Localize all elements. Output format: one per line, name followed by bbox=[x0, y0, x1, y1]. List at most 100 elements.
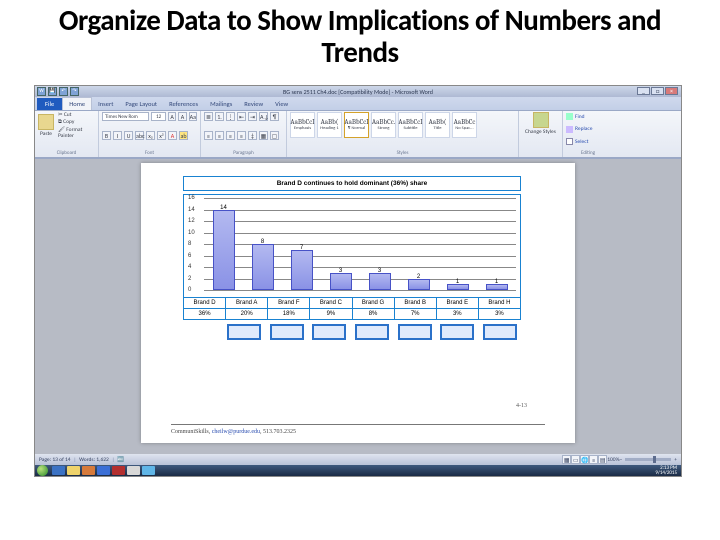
cat-cell: Brand E bbox=[436, 298, 478, 308]
tab-home[interactable]: Home bbox=[62, 97, 92, 110]
taskbar-ie-icon[interactable] bbox=[52, 466, 65, 475]
find-button[interactable]: Find bbox=[566, 113, 610, 120]
grow-font-button[interactable]: A bbox=[168, 112, 176, 121]
bold-button[interactable]: B bbox=[102, 131, 111, 140]
minimize-icon[interactable]: _ bbox=[637, 87, 650, 95]
select-button[interactable]: Select bbox=[566, 138, 610, 145]
underline-button[interactable]: U bbox=[124, 131, 133, 140]
embedded-chart: Brand D continues to hold dominant (36%)… bbox=[183, 176, 521, 340]
line-spacing-button[interactable]: ‡ bbox=[248, 131, 257, 140]
tab-view[interactable]: View bbox=[269, 98, 294, 110]
y-tick-label: 10 bbox=[188, 230, 195, 236]
status-lang: 🔤 bbox=[117, 457, 124, 463]
outdent-button[interactable]: ⇤ bbox=[237, 112, 246, 121]
group-styles: AaBbCcIEmphasisAaBb(Heading 1AaBbCcI¶ No… bbox=[287, 111, 519, 157]
y-tick-label: 2 bbox=[188, 276, 191, 282]
cat-cell: Brand G bbox=[352, 298, 394, 308]
cut-button[interactable]: ✂ Cut bbox=[58, 112, 95, 118]
style-tile-2[interactable]: AaBbCcI¶ Normal bbox=[344, 112, 369, 138]
strike-button[interactable]: abc bbox=[135, 131, 144, 140]
callout-box bbox=[270, 324, 304, 340]
align-center-button[interactable]: ≡ bbox=[215, 131, 224, 140]
taskbar-word-icon[interactable] bbox=[97, 466, 110, 475]
style-tile-5[interactable]: AaBb(Title bbox=[425, 112, 450, 138]
zoom-in-button[interactable]: + bbox=[674, 457, 677, 463]
taskbar-powerpoint-icon[interactable] bbox=[82, 466, 95, 475]
document-workspace: Brand D continues to hold dominant (36%)… bbox=[35, 159, 681, 454]
indent-button[interactable]: ⇥ bbox=[248, 112, 257, 121]
tab-references[interactable]: References bbox=[163, 98, 204, 110]
bar-brand-a: 8 bbox=[246, 239, 280, 290]
copy-button[interactable]: ⧉ Copy bbox=[58, 119, 95, 126]
style-tile-3[interactable]: AaBbCc.Strong bbox=[371, 112, 396, 138]
view-draft-button[interactable]: ▤ bbox=[598, 455, 607, 464]
sort-button[interactable]: A↓ bbox=[259, 112, 268, 121]
bullets-button[interactable]: ≣ bbox=[204, 112, 213, 121]
zoom-out-button[interactable]: − bbox=[620, 457, 623, 463]
format-painter-button[interactable]: 🖌 Format Painter bbox=[58, 127, 95, 139]
maximize-icon[interactable]: □ bbox=[651, 87, 664, 95]
zoom-percent[interactable]: 100% bbox=[607, 457, 619, 463]
taskbar-skype-icon[interactable] bbox=[142, 466, 155, 475]
callout-box bbox=[312, 324, 346, 340]
callout-box bbox=[355, 324, 389, 340]
view-full-button[interactable]: ▭ bbox=[571, 455, 580, 464]
font-color-button[interactable]: A bbox=[168, 131, 177, 140]
zoom-slider[interactable] bbox=[625, 458, 671, 461]
cat-cell: Brand D bbox=[184, 298, 225, 308]
tab-file[interactable]: File bbox=[37, 98, 62, 110]
save-icon[interactable]: 💾 bbox=[48, 87, 57, 96]
taskbar-explorer-icon[interactable] bbox=[67, 466, 80, 475]
style-tile-6[interactable]: AaBbCcNo Spac... bbox=[452, 112, 477, 138]
start-button[interactable] bbox=[37, 465, 48, 476]
contact-link[interactable]: cheilw@purdue.edu bbox=[212, 429, 260, 435]
style-tile-4[interactable]: AaBbCcISubtitle bbox=[398, 112, 423, 138]
tab-review[interactable]: Review bbox=[238, 98, 269, 110]
close-icon[interactable]: × bbox=[665, 87, 678, 95]
shading-button[interactable]: ▦ bbox=[259, 131, 268, 140]
font-size-combo[interactable]: 12 bbox=[151, 112, 166, 121]
bars-row: 148733211 bbox=[204, 198, 516, 290]
chart-percent-row: 36%20%18%9%8%7%3%3% bbox=[183, 309, 521, 320]
paste-icon bbox=[38, 114, 54, 130]
chart-title: Brand D continues to hold dominant (36%)… bbox=[183, 176, 521, 191]
callout-box bbox=[483, 324, 517, 340]
font-family-combo[interactable]: Times New Rom bbox=[102, 112, 149, 121]
bar-brand-b: 2 bbox=[402, 274, 436, 291]
style-tile-0[interactable]: AaBbCcIEmphasis bbox=[290, 112, 315, 138]
borders-button[interactable]: ▢ bbox=[270, 131, 279, 140]
view-web-button[interactable]: 🌐 bbox=[580, 455, 589, 464]
redo-icon[interactable]: ↷ bbox=[70, 87, 79, 96]
italic-button[interactable]: I bbox=[113, 131, 122, 140]
tab-page-layout[interactable]: Page Layout bbox=[119, 98, 163, 110]
view-print-layout-button[interactable]: ▦ bbox=[562, 455, 571, 464]
pilcrow-button[interactable]: ¶ bbox=[270, 112, 279, 121]
taskbar-chrome-icon[interactable] bbox=[127, 466, 140, 475]
style-tile-1[interactable]: AaBb(Heading 1 bbox=[317, 112, 342, 138]
cat-cell: Brand B bbox=[394, 298, 436, 308]
change-styles-button[interactable]: Change Styles bbox=[522, 112, 559, 135]
align-right-button[interactable]: ≡ bbox=[226, 131, 235, 140]
pct-cell: 7% bbox=[394, 309, 436, 319]
view-outline-button[interactable]: ≡ bbox=[589, 455, 598, 464]
replace-button[interactable]: Replace bbox=[566, 126, 610, 133]
shrink-font-button[interactable]: A bbox=[178, 112, 186, 121]
tab-mailings[interactable]: Mailings bbox=[204, 98, 238, 110]
pct-cell: 8% bbox=[352, 309, 394, 319]
system-clock[interactable]: 2:13 PM9/14/2015 bbox=[655, 466, 679, 476]
tab-insert[interactable]: Insert bbox=[92, 98, 119, 110]
align-left-button[interactable]: ≡ bbox=[204, 131, 213, 140]
justify-button[interactable]: ≡ bbox=[237, 131, 246, 140]
multilevel-button[interactable]: ⋮ bbox=[226, 112, 235, 121]
sup-button[interactable]: x² bbox=[157, 131, 166, 140]
window-title: BG sens 2511 Ch4.doc [Compatibility Mode… bbox=[283, 88, 433, 96]
change-case-button[interactable]: Aa bbox=[189, 112, 197, 121]
replace-icon bbox=[566, 126, 573, 133]
sub-button[interactable]: x₂ bbox=[146, 131, 155, 140]
undo-icon[interactable]: ↶ bbox=[59, 87, 68, 96]
paste-button[interactable]: Paste bbox=[38, 114, 54, 137]
styles-gallery[interactable]: AaBbCcIEmphasisAaBb(Heading 1AaBbCcI¶ No… bbox=[290, 112, 515, 138]
highlight-button[interactable]: ab bbox=[179, 131, 188, 140]
number-button[interactable]: 1. bbox=[215, 112, 224, 121]
taskbar-recorder-icon[interactable] bbox=[112, 466, 125, 475]
